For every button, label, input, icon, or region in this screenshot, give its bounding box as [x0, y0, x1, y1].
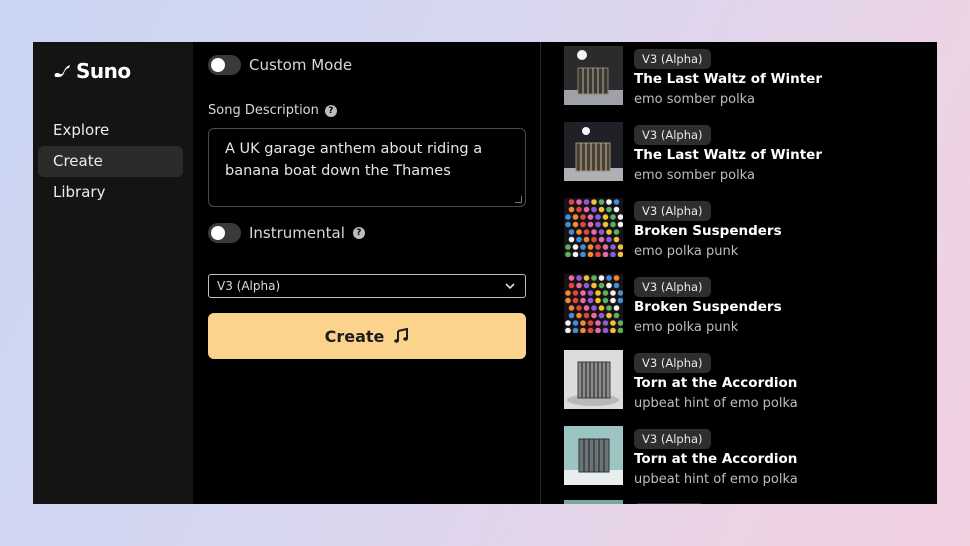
brand-name: Suno [76, 59, 131, 83]
custom-mode-toggle[interactable] [208, 55, 241, 75]
model-badge: V3 (Alpha) [634, 201, 711, 221]
create-button[interactable]: Create [208, 313, 526, 359]
song-item[interactable]: V3 (Alpha) Broken Suspenders emo polka p… [564, 274, 924, 335]
song-title[interactable]: The Last Waltz of Winter [634, 71, 822, 87]
model-badge: V3 (Alpha) [634, 429, 711, 449]
song-title[interactable]: Torn at the Accordion [634, 451, 797, 467]
create-button-label: Create [324, 326, 385, 346]
instrumental-label: Instrumental [249, 224, 345, 242]
song-cover-image[interactable] [564, 500, 623, 504]
song-cover-image[interactable] [564, 274, 623, 333]
sidebar-item-library[interactable]: Library [38, 177, 183, 208]
custom-mode-label: Custom Mode [249, 56, 353, 74]
instrumental-row: Instrumental ? [208, 223, 365, 243]
resize-handle-icon[interactable] [515, 196, 522, 203]
model-badge: V3 (Alpha) [634, 49, 711, 69]
app-window: Suno Explore Create Library Custom Mode … [33, 42, 937, 504]
song-cover-image[interactable] [564, 198, 623, 257]
suno-logo-icon [54, 65, 70, 78]
song-item[interactable]: V3 (Alpha) Torn at the Accordion upbeat … [564, 350, 924, 411]
song-item[interactable]: V3 (Alpha) The Last Waltz of Winter emo … [564, 46, 924, 107]
song-style: emo polka punk [634, 320, 739, 335]
help-icon[interactable]: ? [352, 227, 365, 239]
song-title[interactable]: Broken Suspenders [634, 299, 782, 315]
sidebar: Suno Explore Create Library [33, 42, 193, 504]
help-icon[interactable]: ? [324, 104, 337, 117]
song-item[interactable]: V3 (Alpha) Broken Suspenders emo polka p… [564, 198, 924, 259]
song-item[interactable]: V3 (Alpha) The Last Waltz of Winter emo … [564, 122, 924, 183]
song-title[interactable]: Torn at the Accordion [634, 375, 797, 391]
song-list: V3 (Alpha) The Last Waltz of Winter emo … [541, 42, 937, 504]
model-badge: V3 (Alpha) [634, 353, 711, 373]
song-cover-image[interactable] [564, 122, 623, 181]
model-select-value: V3 (Alpha) [217, 279, 281, 293]
song-style: emo polka punk [634, 244, 739, 259]
model-badge: V3 (Alpha) [634, 125, 711, 145]
sidebar-item-create[interactable]: Create [38, 146, 183, 177]
model-badge [634, 503, 704, 504]
song-description-heading: Song Description ? [208, 103, 337, 118]
song-cover-image[interactable] [564, 426, 623, 485]
logo[interactable]: Suno [33, 59, 193, 83]
song-title[interactable]: Broken Suspenders [634, 223, 782, 239]
song-cover-image[interactable] [564, 350, 623, 409]
model-select[interactable]: V3 (Alpha) [208, 274, 526, 298]
create-panel: Custom Mode Song Description ? A UK gara… [193, 42, 541, 504]
song-description-input[interactable]: A UK garage anthem about riding a banana… [208, 128, 526, 207]
chevron-down-icon [505, 283, 515, 290]
song-description-text: A UK garage anthem about riding a banana… [225, 141, 483, 179]
song-style: emo somber polka [634, 92, 755, 107]
instrumental-toggle[interactable] [208, 223, 241, 243]
song-description-label: Song Description [208, 103, 319, 118]
sidebar-item-explore[interactable]: Explore [38, 115, 183, 146]
music-note-icon [394, 328, 409, 343]
song-style: upbeat hint of emo polka [634, 472, 798, 487]
song-item[interactable] [564, 500, 924, 504]
song-cover-image[interactable] [564, 46, 623, 105]
song-style: emo somber polka [634, 168, 755, 183]
model-badge: V3 (Alpha) [634, 277, 711, 297]
song-title[interactable]: The Last Waltz of Winter [634, 147, 822, 163]
song-style: upbeat hint of emo polka [634, 396, 798, 411]
custom-mode-row: Custom Mode [208, 55, 352, 75]
song-item[interactable]: V3 (Alpha) Torn at the Accordion upbeat … [564, 426, 924, 487]
